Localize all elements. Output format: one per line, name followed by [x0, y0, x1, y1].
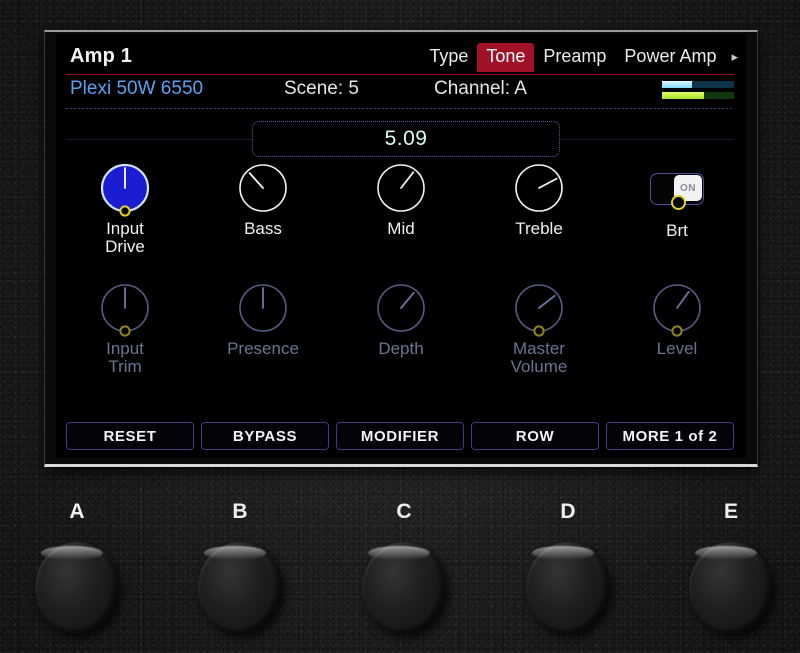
control-treble[interactable]: Treble: [470, 162, 608, 256]
tab-preamp[interactable]: Preamp: [534, 43, 615, 72]
scene-indicator[interactable]: Scene: 5: [284, 78, 359, 100]
hardware-knob-b-gloss: [204, 546, 266, 560]
header-info-row: Plexi 50W 6550 Scene: 5 Channel: A: [56, 78, 746, 106]
mid-knob[interactable]: [375, 162, 427, 214]
control-brt[interactable]: ON Brt: [608, 162, 746, 256]
control-input-trim[interactable]: InputTrim: [56, 282, 194, 376]
reset-button[interactable]: RESET: [66, 422, 194, 450]
hardware-knob-c-gloss: [368, 546, 430, 560]
row-button[interactable]: ROW: [471, 422, 599, 450]
presence-label-line1: Presence: [227, 339, 299, 358]
level-label-line1: Level: [657, 339, 698, 358]
brt-modifier-dot-icon: [671, 195, 686, 210]
depth-label-line1: Depth: [378, 339, 423, 358]
tab-type[interactable]: Type: [420, 43, 477, 72]
hardware-knob-label-e: E: [711, 500, 751, 524]
control-master-volume[interactable]: MasterVolume: [470, 282, 608, 376]
more-button[interactable]: MORE 1 of 2: [606, 422, 734, 450]
output-meter-fill: [662, 92, 704, 99]
control-mid[interactable]: Mid: [332, 162, 470, 256]
hardware-knob-c[interactable]: [362, 534, 450, 634]
treble-knob[interactable]: [513, 162, 565, 214]
control-level[interactable]: Level: [608, 282, 746, 376]
mid-label-line1: Mid: [387, 219, 414, 238]
hardware-knob-d[interactable]: [526, 534, 614, 634]
input-trim-label-line1: Input: [106, 339, 144, 358]
level-meters: [662, 81, 734, 103]
bass-label: Bass: [244, 220, 282, 238]
input-trim-label-line2: Trim: [106, 358, 144, 376]
brt-label: Brt: [666, 222, 688, 240]
header-divider-red: [66, 74, 734, 75]
bass-label-line1: Bass: [244, 219, 282, 238]
hardware-knob-labels: A B C D E: [0, 500, 800, 530]
depth-label: Depth: [378, 340, 423, 358]
level-label: Level: [657, 340, 698, 358]
brt-toggle-state: ON: [680, 183, 696, 194]
control-input-drive[interactable]: InputDrive: [56, 162, 194, 256]
hardware-knob-label-d: D: [548, 500, 588, 524]
value-readout-text: 5.09: [385, 127, 428, 151]
master-volume-label-line1: Master: [513, 339, 565, 358]
master-volume-knob[interactable]: [513, 282, 565, 334]
tab-power-amp[interactable]: Power Amp: [615, 43, 725, 72]
hardware-knobs: [0, 534, 800, 653]
preset-name[interactable]: Plexi 50W 6550: [70, 78, 203, 100]
controls-row-bottom: InputTrim Presence Depth MasterVolume Level: [56, 282, 746, 376]
hardware-knob-b[interactable]: [198, 534, 286, 634]
input-trim-knob[interactable]: [99, 282, 151, 334]
input-drive-label-line2: Drive: [105, 238, 145, 256]
channel-indicator[interactable]: Channel: A: [434, 78, 527, 100]
master-volume-label-line2: Volume: [511, 358, 568, 376]
input-trim-label: InputTrim: [106, 340, 144, 376]
presence-label: Presence: [227, 340, 299, 358]
treble-label: Treble: [515, 220, 563, 238]
input-drive-knob[interactable]: [99, 162, 151, 214]
hardware-knob-label-c: C: [384, 500, 424, 524]
footer-button-bar: RESETBYPASSMODIFIERROWMORE 1 of 2: [66, 422, 734, 450]
hardware-knob-e-gloss: [695, 546, 757, 560]
value-readout: 5.09: [252, 121, 560, 157]
hardware-knob-e[interactable]: [689, 534, 777, 634]
brt-label-line1: Brt: [666, 221, 688, 240]
device-screen: Amp 1 TypeTonePreampPower Amp▸ Plexi 50W…: [56, 34, 746, 458]
page-title: Amp 1: [70, 45, 132, 68]
level-knob[interactable]: [651, 282, 703, 334]
chevron-right-icon[interactable]: ▸: [725, 43, 740, 65]
hardware-knob-d-gloss: [532, 546, 594, 560]
presence-knob[interactable]: [237, 282, 289, 334]
tab-bar: TypeTonePreampPower Amp▸: [420, 43, 740, 72]
hardware-knob-label-a: A: [57, 500, 97, 524]
input-drive-label-line1: Input: [106, 219, 144, 238]
hardware-knob-label-b: B: [220, 500, 260, 524]
input-meter: [662, 81, 734, 88]
bass-knob[interactable]: [237, 162, 289, 214]
header-divider-dotted: [66, 108, 734, 109]
control-presence[interactable]: Presence: [194, 282, 332, 376]
control-depth[interactable]: Depth: [332, 282, 470, 376]
output-meter: [662, 92, 734, 99]
treble-label-line1: Treble: [515, 219, 563, 238]
controls-row-top: InputDrive Bass Mid Treble ON Brt: [56, 162, 746, 256]
header-top-row: Amp 1 TypeTonePreampPower Amp▸: [56, 43, 746, 73]
input-meter-fill: [662, 81, 692, 88]
hardware-knob-a[interactable]: [35, 534, 123, 634]
depth-knob[interactable]: [375, 282, 427, 334]
input-drive-label: InputDrive: [105, 220, 145, 256]
brt-toggle[interactable]: ON: [650, 173, 704, 205]
control-bass[interactable]: Bass: [194, 162, 332, 256]
mid-label: Mid: [387, 220, 414, 238]
modifier-button[interactable]: MODIFIER: [336, 422, 464, 450]
tab-tone[interactable]: Tone: [477, 43, 534, 72]
hardware-knob-a-gloss: [41, 546, 103, 560]
bypass-button[interactable]: BYPASS: [201, 422, 329, 450]
master-volume-label: MasterVolume: [511, 340, 568, 376]
